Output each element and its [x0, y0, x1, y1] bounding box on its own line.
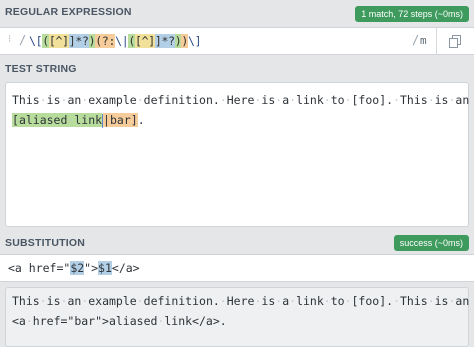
result-text: <a·href="bar">aliased·link</a>. [12, 314, 227, 328]
test-string-text: This·is·an·example·definition.·Here·is·a… [12, 93, 470, 107]
whitespace-marker: · [136, 294, 144, 308]
substitution-token: $2 [70, 261, 85, 275]
regex-token: \| [115, 34, 129, 48]
regex-flags-button[interactable]: m [420, 34, 427, 47]
match-group-1: aliased·link [18, 113, 103, 127]
whitespace-marker: · [39, 294, 47, 308]
whitespace-marker: · [219, 294, 227, 308]
whitespace-marker: · [157, 314, 165, 328]
whitespace-marker: · [254, 294, 262, 308]
whitespace-marker: · [60, 93, 68, 107]
regex-noncapture-close: ) [181, 34, 188, 48]
result-line: <a·href="bar">aliased·link</a>. [12, 311, 462, 331]
regex-token: \] [188, 34, 202, 48]
whitespace-marker: · [323, 93, 331, 107]
substitution-token: $1 [98, 261, 112, 275]
result-line: This·is·an·example·definition.·Here·is·a… [12, 291, 469, 311]
copy-icon [449, 34, 461, 48]
whitespace-marker: · [448, 294, 456, 308]
whitespace-marker: · [289, 294, 297, 308]
whitespace-marker: · [254, 93, 262, 107]
test-string-line: [aliased·link|bar]. [12, 110, 462, 130]
test-string-line: This·is·an·example·definition.·Here·is·a… [12, 90, 469, 110]
whitespace-marker: · [81, 93, 89, 107]
substitution-result: This·is·an·example·definition.·Here·is·a… [5, 287, 469, 347]
substitution-text: </a> [111, 261, 140, 275]
whitespace-marker: · [67, 113, 75, 127]
regex-noncapture-open: (?: [95, 34, 116, 48]
whitespace-marker: · [289, 93, 297, 107]
substitution-section-label: SUBSTITUTION [5, 237, 85, 249]
whitespace-marker: · [39, 93, 47, 107]
substitution-text: "> [84, 261, 99, 275]
test-string-text: . [137, 113, 145, 127]
substitution-text: <a href=" [8, 261, 71, 275]
test-string-section-label: TEST STRING [5, 63, 77, 75]
regex-editor[interactable]: ⁝ / \[([^]]*?)(?:\|([^]]*?))\] / m [0, 27, 474, 55]
whitespace-marker: · [393, 294, 400, 308]
regex-delimiter-right: / [412, 33, 420, 47]
copy-button[interactable] [437, 28, 473, 54]
drag-handle-icon[interactable]: ⁝ [8, 34, 11, 45]
match-info-badge[interactable]: 1 match, 72 steps (~0ms) [355, 6, 469, 22]
match-bracket: [ [12, 113, 19, 127]
regex-section-label: REGULAR EXPRESSION [5, 6, 132, 18]
whitespace-marker: · [427, 294, 435, 308]
whitespace-marker: · [427, 93, 435, 107]
regex-group-open: ( [128, 34, 135, 48]
regex-quantifier: ]*? [68, 34, 89, 48]
whitespace-marker: · [448, 93, 456, 107]
whitespace-marker: · [219, 93, 227, 107]
whitespace-marker: · [344, 93, 352, 107]
regex-group-open: ( [42, 34, 49, 48]
match-pipe: | [103, 113, 110, 127]
whitespace-marker: · [136, 93, 144, 107]
regex-pattern-input[interactable]: \[([^]]*?)(?:\|([^]]*?))\] [29, 34, 202, 48]
regex-quantifier: ]*? [154, 34, 175, 48]
result-text: This·is·an·example·definition.·Here·is·a… [12, 294, 470, 308]
whitespace-marker: · [275, 93, 283, 107]
whitespace-marker: · [393, 93, 400, 107]
whitespace-marker: · [323, 294, 331, 308]
test-string-input[interactable]: This·is·an·example·definition.·Here·is·a… [5, 82, 469, 227]
match-group-2: bar [109, 113, 131, 127]
substitution-input[interactable]: <a href="$2">$1</a> [0, 254, 474, 282]
whitespace-marker: · [25, 314, 33, 328]
substitution-status-badge[interactable]: success (~0ms) [393, 235, 469, 251]
whitespace-marker: · [60, 294, 68, 308]
regex-delimiter-left: / [19, 33, 27, 47]
match-bracket: ] [130, 113, 138, 127]
whitespace-marker: · [275, 294, 283, 308]
whitespace-marker: · [81, 294, 89, 308]
whitespace-marker: · [344, 294, 352, 308]
regex-char-class: [^] [48, 34, 69, 48]
regex-token: \[ [29, 34, 43, 48]
regex-char-class: [^] [135, 34, 155, 48]
